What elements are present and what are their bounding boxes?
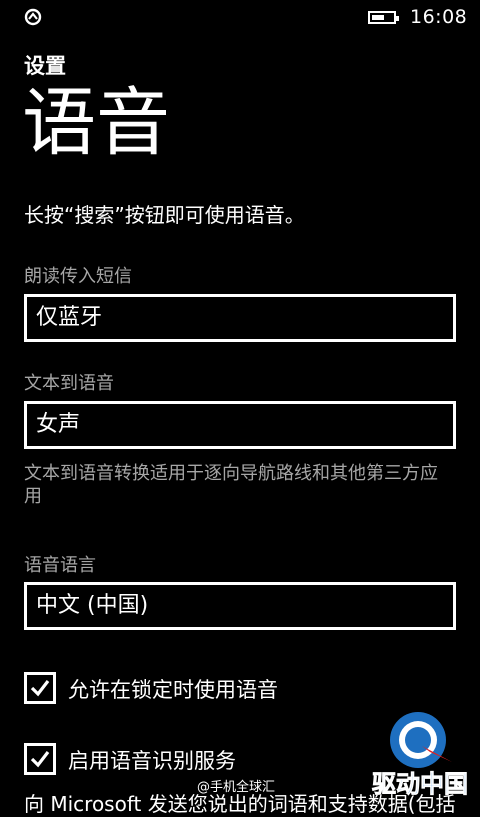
checkmark-icon bbox=[30, 680, 50, 697]
sync-icon bbox=[24, 8, 42, 26]
lock-screen-speech-checkbox[interactable] bbox=[24, 672, 56, 704]
hint-text: 长按“搜索”按钮即可使用语音。 bbox=[24, 203, 305, 227]
speech-recognition-checkbox[interactable] bbox=[24, 743, 56, 775]
svg-text:驱动中国: 驱动中国 bbox=[372, 770, 468, 798]
speech-language-label: 语音语言 bbox=[24, 555, 96, 576]
clock: 16:08 bbox=[410, 6, 468, 28]
speech-recognition-label: 启用语音识别服务 bbox=[68, 749, 236, 773]
app-title: 设置 bbox=[24, 54, 66, 78]
battery-fill bbox=[372, 15, 384, 20]
battery-nub bbox=[396, 16, 399, 21]
tts-picker[interactable]: 女声 bbox=[24, 401, 456, 449]
lock-screen-speech-label: 允许在锁定时使用语音 bbox=[68, 678, 278, 702]
watermark-text: @手机全球汇 bbox=[197, 780, 276, 795]
tts-label: 文本到语音 bbox=[24, 373, 114, 394]
checkmark-icon bbox=[30, 751, 50, 768]
read-sms-label: 朗读传入短信 bbox=[24, 266, 132, 287]
page-title: 语音 bbox=[22, 80, 170, 166]
read-sms-picker[interactable]: 仅蓝牙 bbox=[24, 294, 456, 342]
tts-description: 文本到语音转换适用于逐向导航路线和其他第三方应用 bbox=[24, 463, 438, 507]
battery-icon bbox=[368, 11, 399, 24]
status-bar: 16:08 bbox=[0, 0, 480, 34]
watermark-logo: 驱动中国 bbox=[360, 700, 480, 800]
speech-language-picker[interactable]: 中文 (中国) bbox=[24, 582, 456, 630]
